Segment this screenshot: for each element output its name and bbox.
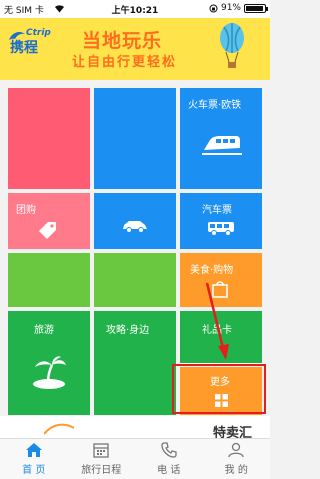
lock-rotation-icon (209, 4, 218, 12)
status-bar: 无 SIM 卡 上午10:21 91% (0, 0, 270, 18)
tile-tour[interactable]: 旅游 (8, 311, 90, 415)
tab-phone[interactable]: 电 话 (135, 439, 203, 479)
hot-air-balloon-icon (220, 23, 244, 68)
tab-phone-label: 电 话 (157, 465, 181, 476)
tab-mine-label: 我 的 (224, 465, 248, 476)
dolphin-logo-icon (9, 32, 25, 40)
price-tag-icon (39, 222, 56, 239)
tile-gift-card-label: 礼品卡 (202, 325, 232, 336)
calendar-icon (68, 439, 136, 461)
battery-icon (244, 3, 268, 13)
tile-green-1[interactable] (8, 253, 90, 307)
tile-green-2[interactable] (94, 253, 176, 307)
special-sale-strip[interactable]: 特卖汇 (0, 416, 270, 441)
tile-bus-label: 汽车票 (202, 205, 232, 216)
battery-percent: 91% (220, 3, 241, 13)
tile-food-shopping[interactable]: 美食·购物 (180, 253, 262, 307)
tile-train-euro-label: 火车票·欧铁 (188, 100, 242, 111)
home-icon (0, 439, 68, 461)
bottom-tab-bar: 首 页 旅行日程 电 话 我 的 (0, 438, 270, 479)
banner-headline: 当地玩乐 (82, 30, 163, 52)
train-icon (202, 136, 242, 155)
tile-bus[interactable]: 汽车票 (180, 193, 262, 249)
tile-hotel[interactable] (8, 88, 90, 189)
tile-group-buy-label: 团购 (16, 205, 36, 216)
tile-flight[interactable] (94, 88, 176, 189)
ctrip-logo: Ctrip 携程 (9, 28, 51, 57)
phone-icon (135, 439, 203, 461)
palm-island-icon (33, 356, 66, 389)
tile-tour-label: 旅游 (34, 325, 54, 336)
car-icon (123, 221, 147, 233)
tile-car-rental[interactable] (94, 193, 176, 249)
tab-mine[interactable]: 我 的 (203, 439, 271, 479)
person-icon (203, 439, 271, 461)
tile-group-buy[interactable]: 团购 (8, 193, 90, 249)
tab-itinerary-label: 旅行日程 (81, 465, 122, 476)
tab-home-label: 首 页 (22, 465, 46, 476)
promo-banner[interactable]: Ctrip 携程 当地玩乐 让自由行更轻松 (0, 18, 270, 80)
tile-train-euro[interactable]: 火车票·欧铁 (180, 88, 262, 189)
tab-itinerary[interactable]: 旅行日程 (68, 439, 136, 479)
highlight-box (172, 364, 266, 414)
shopping-bag-icon (212, 281, 228, 298)
tile-gift-card[interactable]: 礼品卡 (180, 311, 262, 363)
tile-guide-nearby[interactable]: 攻略·身边 (94, 311, 176, 415)
bus-icon (208, 222, 234, 236)
banner-tagline: 让自由行更轻松 (72, 55, 178, 70)
tab-home[interactable]: 首 页 (0, 439, 68, 479)
tile-guide-nearby-label: 攻略·身边 (106, 325, 150, 336)
dolphin-partial-icon (44, 423, 74, 435)
tile-food-shopping-label: 美食·购物 (190, 265, 234, 276)
